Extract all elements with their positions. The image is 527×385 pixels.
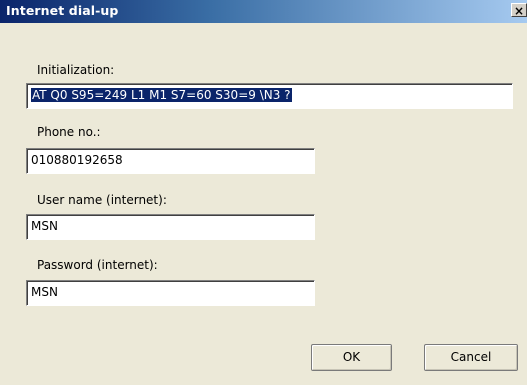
- username-field[interactable]: MSN: [26, 214, 315, 240]
- password-label: Password (internet):: [37, 258, 158, 272]
- close-button[interactable]: ×: [511, 3, 527, 17]
- phone-label: Phone no.:: [37, 125, 101, 139]
- phone-value: 010880192658: [31, 153, 123, 167]
- close-icon: ×: [513, 4, 525, 18]
- initialization-value: AT Q0 S95=249 L1 M1 S7=60 S30=9 \N3 ?: [31, 88, 292, 102]
- username-label: User name (internet):: [37, 193, 167, 207]
- initialization-field[interactable]: AT Q0 S95=249 L1 M1 S7=60 S30=9 \N3 ?: [26, 83, 513, 109]
- window-title: Internet dial-up: [6, 3, 119, 18]
- initialization-label: Initialization:: [37, 63, 115, 77]
- ok-button[interactable]: OK: [311, 344, 392, 371]
- dialog-window: Internet dial-up × Initialization: AT Q0…: [0, 0, 527, 385]
- cancel-button[interactable]: Cancel: [424, 344, 518, 371]
- phone-field[interactable]: 010880192658: [26, 148, 315, 174]
- title-bar: Internet dial-up ×: [0, 0, 527, 23]
- password-value: MSN: [31, 285, 58, 299]
- password-field[interactable]: MSN: [26, 280, 315, 306]
- username-value: MSN: [31, 219, 58, 233]
